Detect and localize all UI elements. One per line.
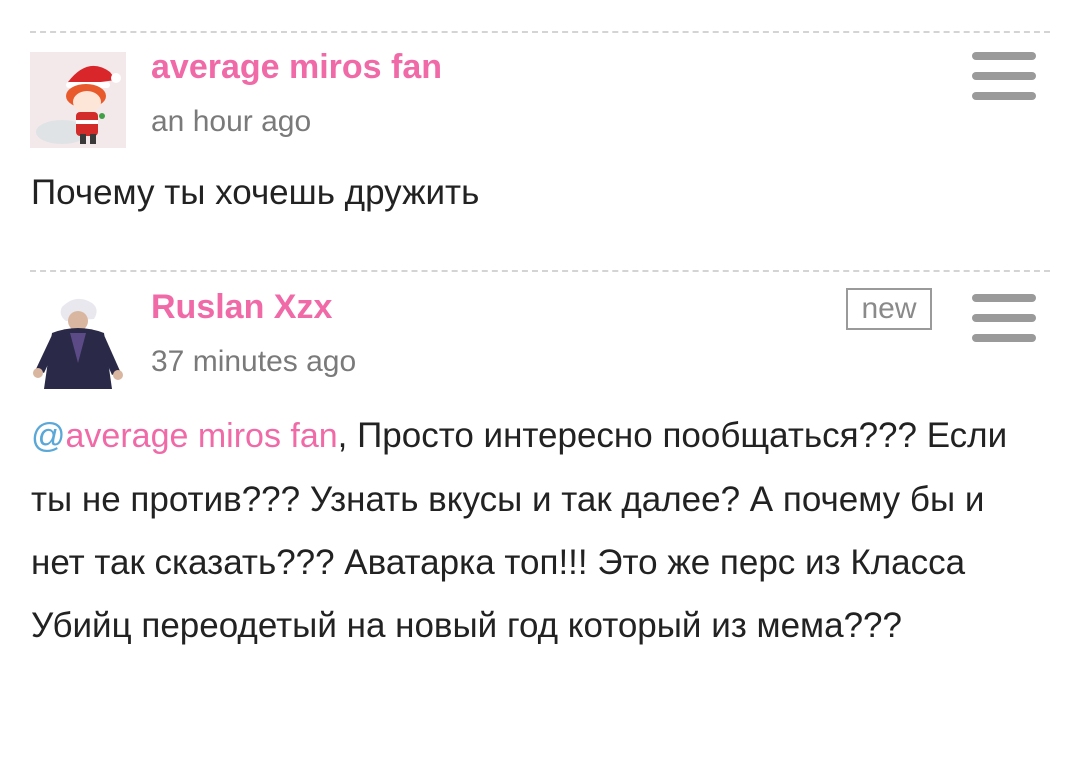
hamburger-menu-icon[interactable]: [972, 294, 1036, 342]
comment-text: @average miros fan, Просто интересно поо…: [31, 404, 1041, 657]
comment-timestamp: an hour ago: [151, 105, 312, 138]
menu-bar: [972, 52, 1036, 60]
author-name[interactable]: average miros fan: [151, 47, 442, 87]
menu-bar: [972, 334, 1036, 342]
menu-bar: [972, 294, 1036, 302]
comment-text: Почему ты хочешь дружить: [31, 173, 480, 212]
comment-divider: [30, 270, 1050, 272]
mention-name: average miros fan: [65, 417, 338, 455]
user-avatar[interactable]: [30, 293, 126, 389]
comment-timestamp: 37 minutes ago: [151, 345, 357, 378]
new-badge: new: [846, 288, 932, 330]
menu-bar: [972, 92, 1036, 100]
hamburger-menu-icon[interactable]: [972, 52, 1036, 100]
menu-bar: [972, 314, 1036, 322]
user-avatar[interactable]: [30, 52, 126, 148]
comment-divider: [30, 31, 1050, 33]
anime-character-avatar-icon: [30, 293, 126, 389]
mention-at-sign: @: [31, 417, 66, 455]
author-name[interactable]: Ruslan Xzx: [151, 287, 332, 327]
mention-link[interactable]: @average miros fan: [31, 417, 338, 455]
menu-bar: [972, 72, 1036, 80]
santa-chibi-avatar-icon: [30, 52, 126, 148]
